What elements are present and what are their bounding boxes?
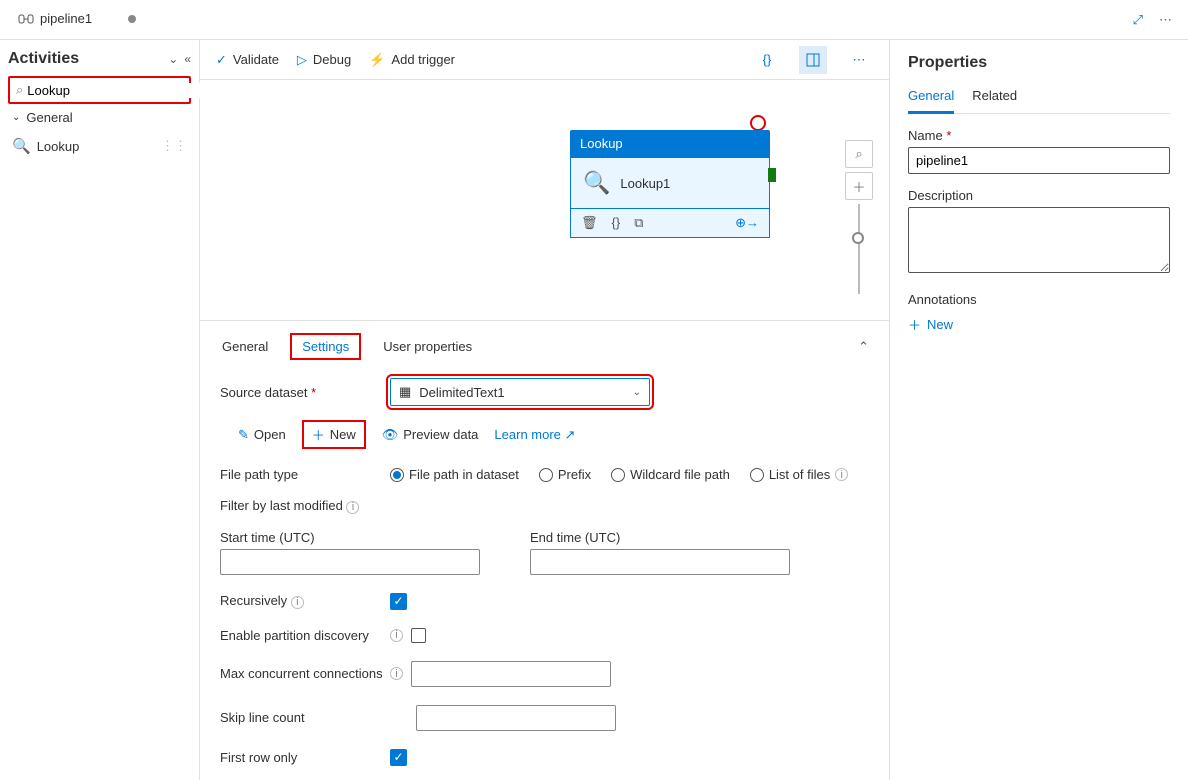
partition-checkbox[interactable]: [411, 628, 426, 643]
collapse-detail-icon[interactable]: ⌃: [858, 339, 869, 355]
zoom-slider[interactable]: [858, 204, 860, 294]
partition-label: Enable partition discovery: [220, 628, 390, 643]
activity-expand-icon[interactable]: ⊕→: [735, 215, 759, 231]
prop-tab-general[interactable]: General: [908, 84, 954, 114]
name-label: Name *: [908, 128, 1170, 143]
pipeline-tab[interactable]: pipeline1: [8, 5, 146, 34]
properties-toggle-icon[interactable]: [799, 46, 827, 74]
activity-name: Lookup1: [620, 176, 670, 191]
info-icon[interactable]: i: [346, 501, 359, 514]
desc-label: Description: [908, 188, 1170, 203]
file-path-type-label: File path type: [220, 467, 390, 482]
lookup-label: Lookup: [37, 139, 80, 154]
info-icon[interactable]: i: [390, 629, 403, 642]
check-icon: ✓: [216, 52, 227, 68]
delete-activity-icon[interactable]: 🗑: [581, 215, 598, 231]
activity-json-icon[interactable]: {}: [612, 215, 621, 231]
add-trigger-button[interactable]: ⚡Add trigger: [369, 52, 455, 68]
recursively-checkbox[interactable]: ✓: [390, 593, 407, 610]
plus-icon: ＋: [908, 315, 921, 334]
unsaved-indicator-icon: [128, 15, 136, 23]
external-link-icon: ↗: [565, 427, 576, 442]
chevron-down-icon: ⌄: [633, 387, 641, 398]
zoom-search-icon[interactable]: ⌕: [845, 140, 873, 168]
activity-lookup-icon: 🔍: [583, 170, 610, 196]
maxcon-input[interactable]: [411, 661, 611, 687]
zoom-knob[interactable]: [852, 232, 864, 244]
preview-icon: 👁: [382, 427, 399, 443]
skip-label: Skip line count: [220, 710, 390, 725]
play-icon: ▷: [297, 52, 307, 68]
detail-tab-user[interactable]: User properties: [381, 333, 474, 360]
toolbar-more-icon[interactable]: ⋯: [845, 46, 873, 74]
pencil-icon: ✎: [238, 427, 249, 443]
start-time-input[interactable]: [220, 549, 480, 575]
pipeline-tab-label: pipeline1: [40, 11, 92, 26]
description-textarea[interactable]: [908, 207, 1170, 273]
json-icon[interactable]: {}: [753, 46, 781, 74]
dataset-icon: ▦: [399, 384, 411, 400]
activity-search-field[interactable]: [27, 83, 203, 98]
recursively-label: Recursively i: [220, 593, 390, 609]
chevron-down-icon: ⌄: [12, 112, 20, 123]
plus-icon: ＋: [312, 425, 325, 444]
filter-label: Filter by last modified i: [220, 498, 359, 513]
validate-button[interactable]: ✓Validate: [216, 52, 279, 68]
zoom-in-icon[interactable]: ＋: [845, 172, 873, 200]
properties-title: Properties: [908, 54, 1170, 72]
add-annotation-button[interactable]: ＋New: [908, 315, 1170, 334]
annotation-circle: [750, 115, 766, 131]
radio-list-of-files[interactable]: List of files i: [750, 467, 848, 482]
end-time-input[interactable]: [530, 549, 790, 575]
info-icon[interactable]: i: [835, 468, 848, 481]
trigger-icon: ⚡: [369, 52, 385, 68]
info-icon[interactable]: i: [291, 596, 304, 609]
new-dataset-button[interactable]: ＋New: [302, 420, 366, 449]
end-time-label: End time (UTC): [530, 530, 790, 545]
annotations-label: Annotations: [908, 292, 1170, 307]
pipeline-name-input[interactable]: [908, 147, 1170, 174]
success-output-icon[interactable]: [768, 168, 776, 182]
activity-search-input[interactable]: ⌕: [8, 76, 191, 104]
maxcon-label: Max concurrent connections: [220, 666, 390, 681]
expand-icon[interactable]: ⤢: [1125, 12, 1151, 28]
open-dataset-button[interactable]: ✎Open: [238, 427, 286, 443]
detail-tab-general[interactable]: General: [220, 333, 270, 360]
skip-input[interactable]: [416, 705, 616, 731]
lookup-activity-node[interactable]: Lookup 🔍 Lookup1 🗑 {} ⧉ ⊕→: [570, 130, 770, 238]
collapse-left-icon[interactable]: «: [184, 52, 191, 66]
pipeline-canvas[interactable]: Lookup 🔍 Lookup1 🗑 {} ⧉ ⊕→ ⌕ ＋: [200, 80, 889, 320]
source-dataset-dropdown[interactable]: ▦ DelimitedText1 ⌄: [390, 378, 650, 406]
source-dataset-value: DelimitedText1: [419, 385, 504, 400]
learn-more-link[interactable]: Learn more ↗: [494, 427, 575, 443]
copy-activity-icon[interactable]: ⧉: [634, 215, 643, 231]
preview-data-button[interactable]: 👁Preview data: [382, 427, 479, 443]
activity-header: Lookup: [570, 130, 770, 157]
collapse-down-icon[interactable]: ⌄: [168, 52, 178, 66]
more-icon[interactable]: ⋯: [1151, 12, 1180, 28]
info-icon[interactable]: i: [390, 667, 403, 680]
detail-tab-settings[interactable]: Settings: [290, 333, 361, 360]
general-label: General: [26, 110, 72, 125]
lookup-icon: 🔍: [12, 137, 31, 155]
drag-handle-icon[interactable]: ⋮⋮: [161, 138, 187, 154]
source-dataset-label: Source dataset *: [220, 385, 390, 400]
search-icon: ⌕: [16, 82, 23, 98]
firstrow-label: First row only: [220, 750, 390, 765]
activities-title: Activities: [8, 50, 162, 68]
prop-tab-related[interactable]: Related: [972, 84, 1017, 113]
start-time-label: Start time (UTC): [220, 530, 480, 545]
firstrow-checkbox[interactable]: ✓: [390, 749, 407, 766]
radio-file-path-in-dataset[interactable]: File path in dataset: [390, 467, 519, 482]
pipeline-icon: [18, 12, 34, 26]
radio-prefix[interactable]: Prefix: [539, 467, 591, 482]
radio-wildcard[interactable]: Wildcard file path: [611, 467, 730, 482]
debug-button[interactable]: ▷Debug: [297, 52, 351, 68]
lookup-activity-item[interactable]: 🔍 Lookup ⋮⋮: [8, 131, 191, 161]
general-category[interactable]: ⌄ General: [8, 104, 191, 131]
